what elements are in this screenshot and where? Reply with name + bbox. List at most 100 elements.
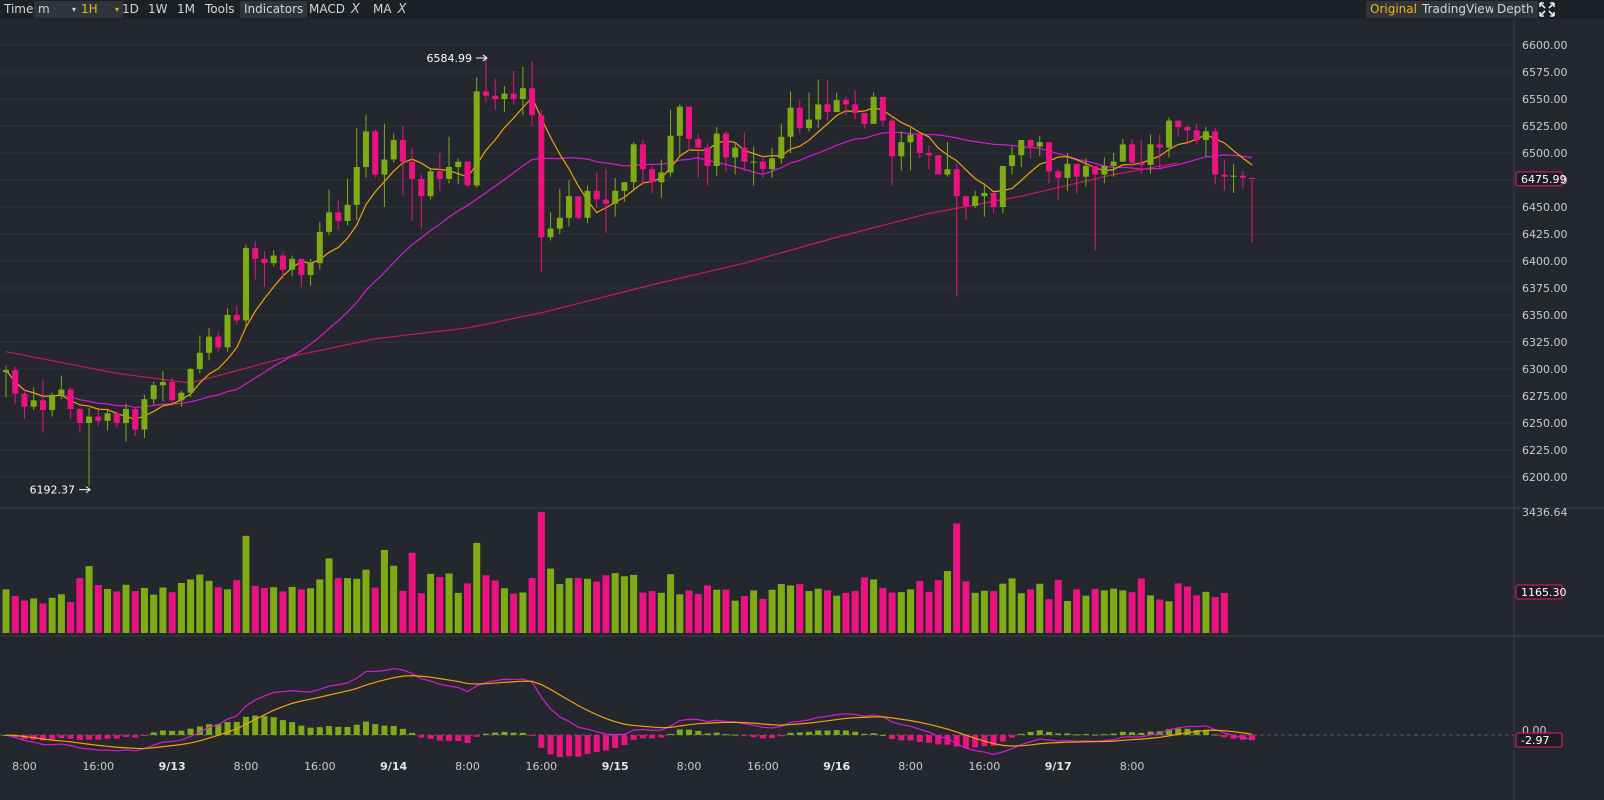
hour-interval-select[interactable]: 1H ▾ [77,1,123,18]
candle [1009,146,1016,175]
candle [224,308,231,352]
candle [418,174,425,229]
candle [1055,169,1062,200]
candle-body [473,91,480,186]
candle-body [1230,175,1237,177]
current-price-tag-label: 6475.99 [1521,173,1567,186]
volume-bar [67,602,75,633]
volume-bar [777,584,785,633]
volume-bar [1054,579,1062,633]
candle-body [861,113,868,124]
volume-bar [925,591,933,633]
candle [953,163,960,297]
minute-interval-select[interactable]: m ▾ [34,1,80,18]
volume-bar [842,592,850,633]
macd-histogram-bar [1138,732,1145,735]
candle [852,90,859,120]
day-interval-button[interactable]: 1D [118,1,143,18]
volume-bar [140,587,148,633]
candle [326,189,333,236]
macd-histogram-bar [1018,733,1025,735]
axes: 6200.00 6225.00 6250.00 6275.00 6300.00 6325.… [0,19,1604,800]
candle [1101,157,1108,184]
candle-body [1009,155,1016,166]
candle [962,196,969,220]
month-interval-button[interactable]: 1M [173,1,199,18]
candle-body [446,167,453,179]
volume-bar [307,588,315,633]
candle [806,92,813,132]
candle-body [1165,120,1172,148]
volume-bar [205,580,213,633]
candle [575,196,582,220]
candle [39,379,46,433]
candle-body [326,212,333,232]
macd-histogram-bar [122,735,129,738]
candle-body [1045,142,1052,172]
candle [390,133,397,163]
volume-bar [768,589,776,633]
macd-histogram-bar [492,732,499,735]
high-price-marker: 6584.99 [426,52,472,65]
indicators-button[interactable]: Indicators [240,1,308,18]
candle [981,183,988,217]
candle [907,128,914,171]
candle-body [852,104,859,114]
macd-histogram-bar [676,729,683,735]
macd-histogram-bar [399,728,406,735]
volume-bar [1045,599,1053,633]
volume-bar [1165,601,1173,633]
candle [990,192,997,214]
candle [916,133,923,159]
volume-bar [1193,595,1201,633]
macd-histogram-bar [667,733,674,735]
close-macd-icon[interactable]: X [351,2,360,17]
volume-bar [796,584,804,633]
candle [1027,138,1034,159]
candle-body [1027,140,1034,147]
candle [686,106,693,151]
time-axis-label: 9/17 [1045,760,1072,773]
candle [150,381,157,405]
candle-body [150,385,157,400]
candle-body [307,263,314,276]
candle-body [833,100,840,112]
price-tick-label: 6375.00 [1522,282,1568,295]
close-ma-icon[interactable]: X [398,2,407,17]
macd-histogram-bar [842,730,849,735]
macd-histogram-bar [704,733,711,735]
volume-bar [750,590,758,633]
macd-histogram-bar [602,735,609,751]
tools-button[interactable]: Tools [201,1,239,18]
candle-body [159,381,166,386]
week-interval-button[interactable]: 1W [144,1,172,18]
candle-body [953,169,960,197]
current-volume-tag: 1165.30 [1515,584,1567,600]
original-view-tab[interactable]: Original [1366,1,1421,18]
candle [141,394,148,439]
tradingview-tab[interactable]: TradingView [1418,1,1499,18]
macd-histogram-bar [1101,734,1108,736]
candle-body [215,336,222,348]
volume-bar [547,568,555,633]
macd-histogram-bar [409,732,416,735]
volume-bar [602,575,610,633]
candle [547,212,554,241]
candle-body [1156,144,1163,148]
volume-bar [722,589,730,633]
time-button[interactable]: Time [0,1,37,18]
candle-body [1175,120,1182,128]
candle-body [639,144,646,170]
candle-body [122,408,129,423]
price-chart[interactable]: 6200.00 6225.00 6250.00 6275.00 6300.00 6325.… [0,19,1604,800]
fullscreen-icon[interactable] [1537,0,1557,19]
candle [898,131,905,171]
macd-histogram-bar [279,720,286,735]
macd-histogram-bar [1082,734,1089,736]
macd-histogram-bar [206,724,213,735]
depth-tab[interactable]: Depth [1493,1,1538,18]
macd-histogram-bar [630,735,637,740]
macd-histogram-bar [455,735,462,741]
candle [1119,138,1126,162]
time-axis-label: 16:00 [969,760,1001,773]
